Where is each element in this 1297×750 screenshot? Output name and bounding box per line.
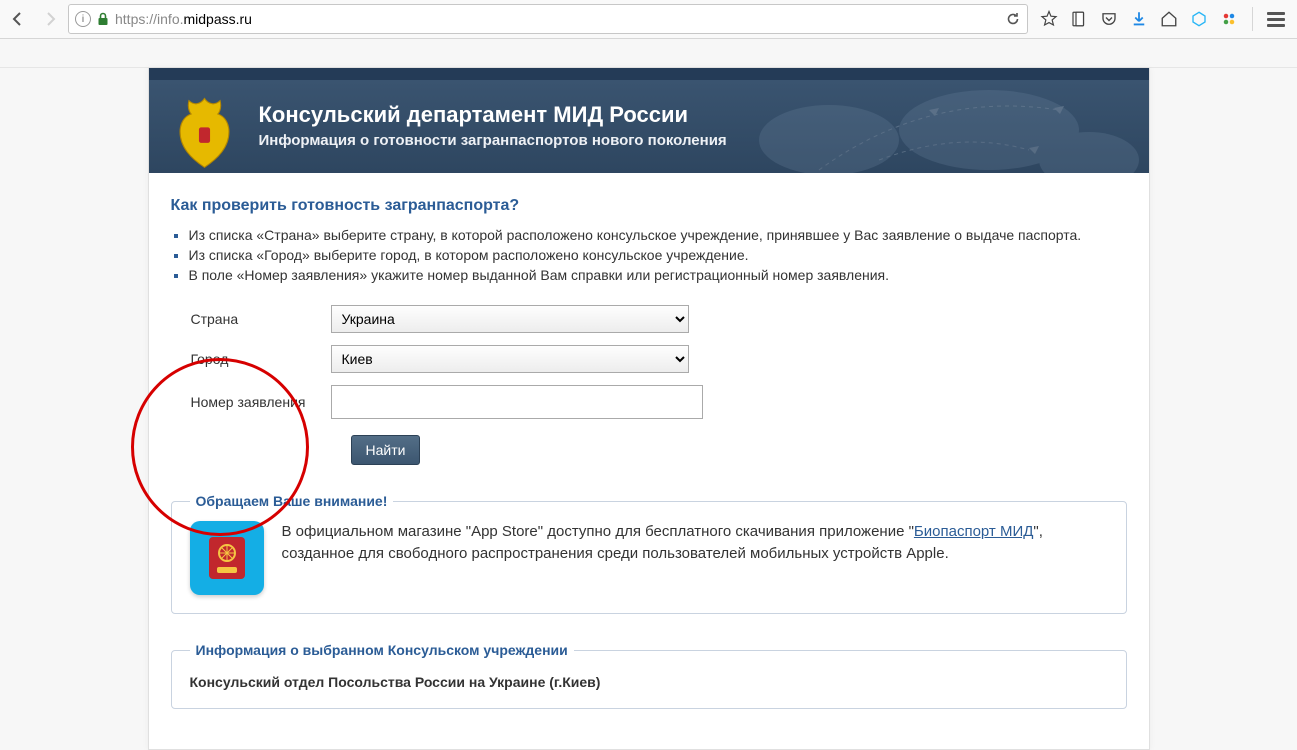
notice-legend: Обращаем Ваше внимание! <box>190 493 394 509</box>
ext2-icon[interactable] <box>1220 10 1238 28</box>
reload-button[interactable] <box>1005 11 1021 27</box>
address-bar[interactable]: i https://info.midpass.ru <box>68 4 1028 34</box>
page-container: Консульский департамент МИД России Инфор… <box>148 68 1150 750</box>
consulate-info-box: Информация о выбранном Консульском учреж… <box>171 642 1127 709</box>
menu-button[interactable] <box>1267 12 1285 27</box>
consulate-info-legend: Информация о выбранном Консульском учреж… <box>190 642 574 658</box>
find-button[interactable]: Найти <box>351 435 421 465</box>
lock-icon <box>97 12 109 26</box>
instruction-item: Из списка «Город» выберите город, в кото… <box>189 247 1127 263</box>
section-question: Как проверить готовность загранпаспорта? <box>171 197 1127 215</box>
toolbar-right <box>1032 7 1293 31</box>
ext1-icon[interactable] <box>1190 10 1208 28</box>
app-icon <box>190 521 264 595</box>
notice-text: В официальном магазине "App Store" досту… <box>282 521 1108 565</box>
library-icon[interactable] <box>1070 10 1088 28</box>
country-select[interactable]: Украина <box>331 305 689 333</box>
home-icon[interactable] <box>1160 10 1178 28</box>
appnum-label: Номер заявления <box>191 394 331 410</box>
instruction-item: В поле «Номер заявления» укажите номер в… <box>189 267 1127 283</box>
country-label: Страна <box>191 311 331 327</box>
coat-of-arms-icon <box>167 94 242 173</box>
pocket-icon[interactable] <box>1100 10 1118 28</box>
page-header: Консульский департамент МИД России Инфор… <box>149 80 1149 173</box>
url-text: https://info.midpass.ru <box>115 11 999 27</box>
back-button[interactable] <box>4 5 32 33</box>
world-map-icon <box>729 80 1149 173</box>
forward-button <box>36 5 64 33</box>
browser-toolbar: i https://info.midpass.ru <box>0 0 1297 39</box>
city-select[interactable]: Киев <box>331 345 689 373</box>
download-icon[interactable] <box>1130 10 1148 28</box>
biopassport-link[interactable]: Биопаспорт МИД <box>914 523 1033 540</box>
star-icon[interactable] <box>1040 10 1058 28</box>
browser-spacer <box>0 39 1297 68</box>
content: Как проверить готовность загранпаспорта?… <box>149 173 1149 749</box>
instructions-list: Из списка «Страна» выберите страну, в ко… <box>189 227 1127 283</box>
top-strip <box>149 68 1149 80</box>
appnum-input[interactable] <box>331 385 703 419</box>
consulate-name: Консульский отдел Посольства России на У… <box>190 674 1108 690</box>
info-icon[interactable]: i <box>75 11 91 27</box>
search-form: Страна Украина Город Киев Номер заявлени… <box>191 305 1127 465</box>
city-label: Город <box>191 351 331 367</box>
instruction-item: Из списка «Страна» выберите страну, в ко… <box>189 227 1127 243</box>
notice-box: Обращаем Ваше внимание! В официальном ма… <box>171 493 1127 614</box>
